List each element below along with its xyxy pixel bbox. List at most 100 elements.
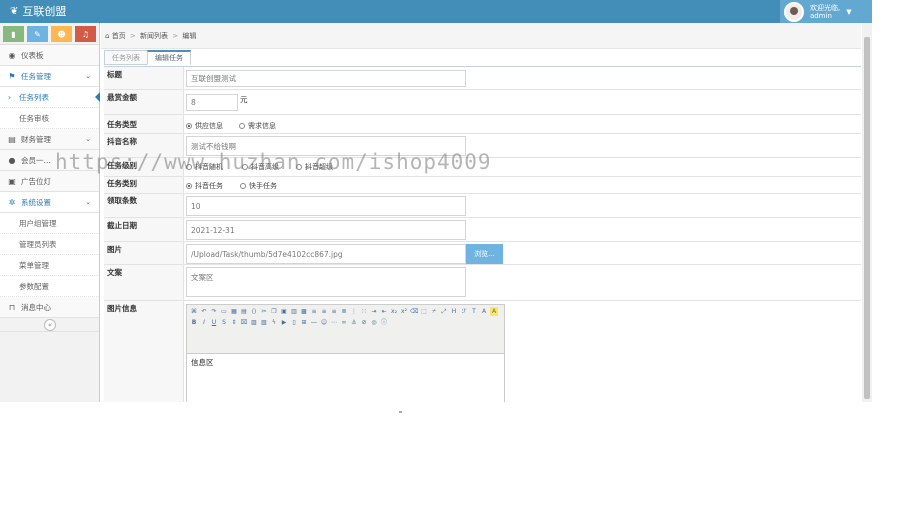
copy-textarea[interactable]: 文案区 (186, 267, 466, 297)
ordered-list-icon[interactable]: ⋮ (350, 307, 358, 316)
remove-format-icon[interactable]: ⌧ (240, 318, 248, 327)
sidebar-item-finance[interactable]: ▤ 财务管理 ⌄ (0, 129, 99, 150)
collapse-sidebar-icon[interactable]: « (44, 319, 56, 331)
category-option-douyin[interactable]: 抖音任务 (186, 181, 223, 191)
shortcut-users-button[interactable]: ☻ (51, 26, 72, 42)
highlight-icon[interactable]: A (490, 307, 498, 316)
code-icon[interactable]: ⟨⟩ (250, 307, 258, 316)
subscript-icon[interactable]: x₂ (390, 307, 398, 316)
preview-icon[interactable]: ▭ (220, 307, 228, 316)
map-icon[interactable]: ◎ (370, 318, 378, 327)
sidebar-item-task-review[interactable]: 任务审核 (0, 108, 99, 129)
tab-edit-task[interactable]: 编辑任务 (147, 50, 191, 65)
unordered-list-icon[interactable]: ∷ (360, 307, 368, 316)
image-path-input[interactable]: /Upload/Task/thumb/5d7e4102cc867.jpg (186, 244, 466, 264)
user-menu[interactable]: 欢迎光临, admin ▼ (780, 0, 872, 23)
douyin-name-input[interactable]: 测试不给钱啊 (186, 136, 466, 156)
radio-checked-icon (186, 183, 192, 189)
cut-icon[interactable]: ✂ (260, 307, 268, 316)
select-all-icon[interactable]: ⬚ (420, 307, 428, 316)
clear-format-icon[interactable]: ⌫ (410, 307, 418, 316)
undo-icon[interactable]: ↶ (200, 307, 208, 316)
align-left-icon[interactable]: ≡ (310, 307, 318, 316)
anchor-icon[interactable]: ⚓ (350, 318, 358, 327)
bookmark-icon: ⊓ (8, 302, 16, 312)
italic-icon[interactable]: I (200, 318, 208, 327)
shortcut-edit-button[interactable]: ✎ (27, 26, 48, 42)
hr-icon[interactable]: ― (310, 318, 318, 327)
paste-word-icon[interactable]: ▩ (300, 307, 308, 316)
scrollbar-thumb[interactable] (864, 37, 870, 399)
redo-icon[interactable]: ↷ (210, 307, 218, 316)
douyin-label: 抖音名称 (104, 134, 184, 157)
page-scrollbar[interactable] (862, 23, 872, 402)
reward-input[interactable]: 8 (186, 94, 238, 111)
sidebar-item-parameters[interactable]: 参数配置 (0, 276, 99, 297)
sidebar-item-members[interactable]: ● 会员一… (0, 150, 99, 171)
media-icon[interactable]: ▶ (280, 318, 288, 327)
emoticon-icon[interactable]: ☺ (320, 318, 328, 327)
format-painter-icon[interactable]: ⌿ (430, 307, 438, 316)
print-icon[interactable]: ▦ (230, 307, 238, 316)
browse-button[interactable]: 浏览... (466, 244, 503, 264)
leaf-icon: ❦ (10, 6, 19, 17)
align-right-icon[interactable]: ≡ (330, 307, 338, 316)
font-family-icon[interactable]: ℱ (460, 307, 468, 316)
breadcrumb-home[interactable]: 首页 (112, 32, 126, 40)
deadline-input[interactable]: 2021-12-31 (186, 220, 466, 240)
shortcut-settings-button[interactable]: ♫ (75, 26, 96, 42)
flash-icon[interactable]: ϟ (270, 318, 278, 327)
sidebar-item-messages[interactable]: ⊓ 消息中心 (0, 297, 99, 318)
font-color-icon[interactable]: A (480, 307, 488, 316)
level-option-random[interactable]: 抖音随机 (186, 162, 223, 172)
shortcut-stats-button[interactable]: ▮ (3, 26, 24, 42)
pagebreak-icon[interactable]: ⋯ (330, 318, 338, 327)
indent-icon[interactable]: ⇥ (370, 307, 378, 316)
underline-icon[interactable]: U (210, 318, 218, 327)
outdent-icon[interactable]: ⇤ (380, 307, 388, 316)
font-size-icon[interactable]: T (470, 307, 478, 316)
file-icon[interactable]: ▯ (290, 318, 298, 327)
sidebar-item-task-list[interactable]: 任务列表 (0, 87, 100, 108)
align-center-icon[interactable]: ≡ (320, 307, 328, 316)
multi-image-icon[interactable]: ▧ (260, 318, 268, 327)
superscript-icon[interactable]: x² (400, 307, 408, 316)
justify-icon[interactable]: ≣ (340, 307, 348, 316)
sidebar-item-ads[interactable]: ▣ 广告位灯 (0, 171, 99, 192)
sidebar-item-dashboard[interactable]: ◉ 仪表板 (0, 45, 99, 66)
tab-task-list[interactable]: 任务列表 (104, 50, 148, 65)
line-height-icon[interactable]: ⇕ (230, 318, 238, 327)
sidebar-item-label: 广告位灯 (21, 176, 51, 186)
strikethrough-icon[interactable]: S (220, 318, 228, 327)
unlink-icon[interactable]: ⊘ (360, 318, 368, 327)
image-icon[interactable]: ▨ (250, 318, 258, 327)
paste-text-icon[interactable]: ▥ (290, 307, 298, 316)
editor-content[interactable]: 信息区 (187, 354, 504, 371)
sidebar-item-menu-management[interactable]: 菜单管理 (0, 255, 99, 276)
copy-icon[interactable]: ❐ (270, 307, 278, 316)
table-icon[interactable]: ⊞ (300, 318, 308, 327)
sidebar-item-system-settings[interactable]: ✲ 系统设置 ⌄ (0, 192, 99, 213)
count-input[interactable]: 10 (186, 196, 466, 216)
about-icon[interactable]: ⓘ (380, 318, 388, 327)
breadcrumb-list[interactable]: 新闻列表 (140, 32, 168, 40)
sidebar-item-admin-list[interactable]: 管理员列表 (0, 234, 99, 255)
source-icon[interactable]: ⌘ (190, 307, 198, 316)
type-option-supply[interactable]: 供应信息 (186, 121, 223, 131)
heading-icon[interactable]: H (450, 307, 458, 316)
category-option-kuaishou[interactable]: 快手任务 (240, 181, 277, 191)
template-icon[interactable]: ▤ (240, 307, 248, 316)
image-label: 图片 (104, 242, 184, 264)
fullscreen-icon[interactable]: ⤢ (440, 307, 448, 316)
paste-icon[interactable]: ▣ (280, 307, 288, 316)
sidebar-item-task-management[interactable]: ⚑ 任务管理 ⌄ (0, 66, 99, 87)
level-option-super[interactable]: 抖音超级 (296, 162, 333, 172)
title-input[interactable]: 互联创盟测试 (186, 70, 466, 87)
link-icon[interactable]: ∞ (340, 318, 348, 327)
bold-icon[interactable]: B (190, 318, 198, 327)
sidebar-item-user-groups[interactable]: 用户组管理 (0, 213, 99, 234)
form-row-copy: 文案 文案区 (104, 265, 861, 301)
level-option-advanced[interactable]: 抖音高级 (242, 162, 279, 172)
type-option-demand[interactable]: 需求信息 (239, 121, 276, 131)
brand[interactable]: ❦ 互联创盟 (10, 4, 66, 19)
